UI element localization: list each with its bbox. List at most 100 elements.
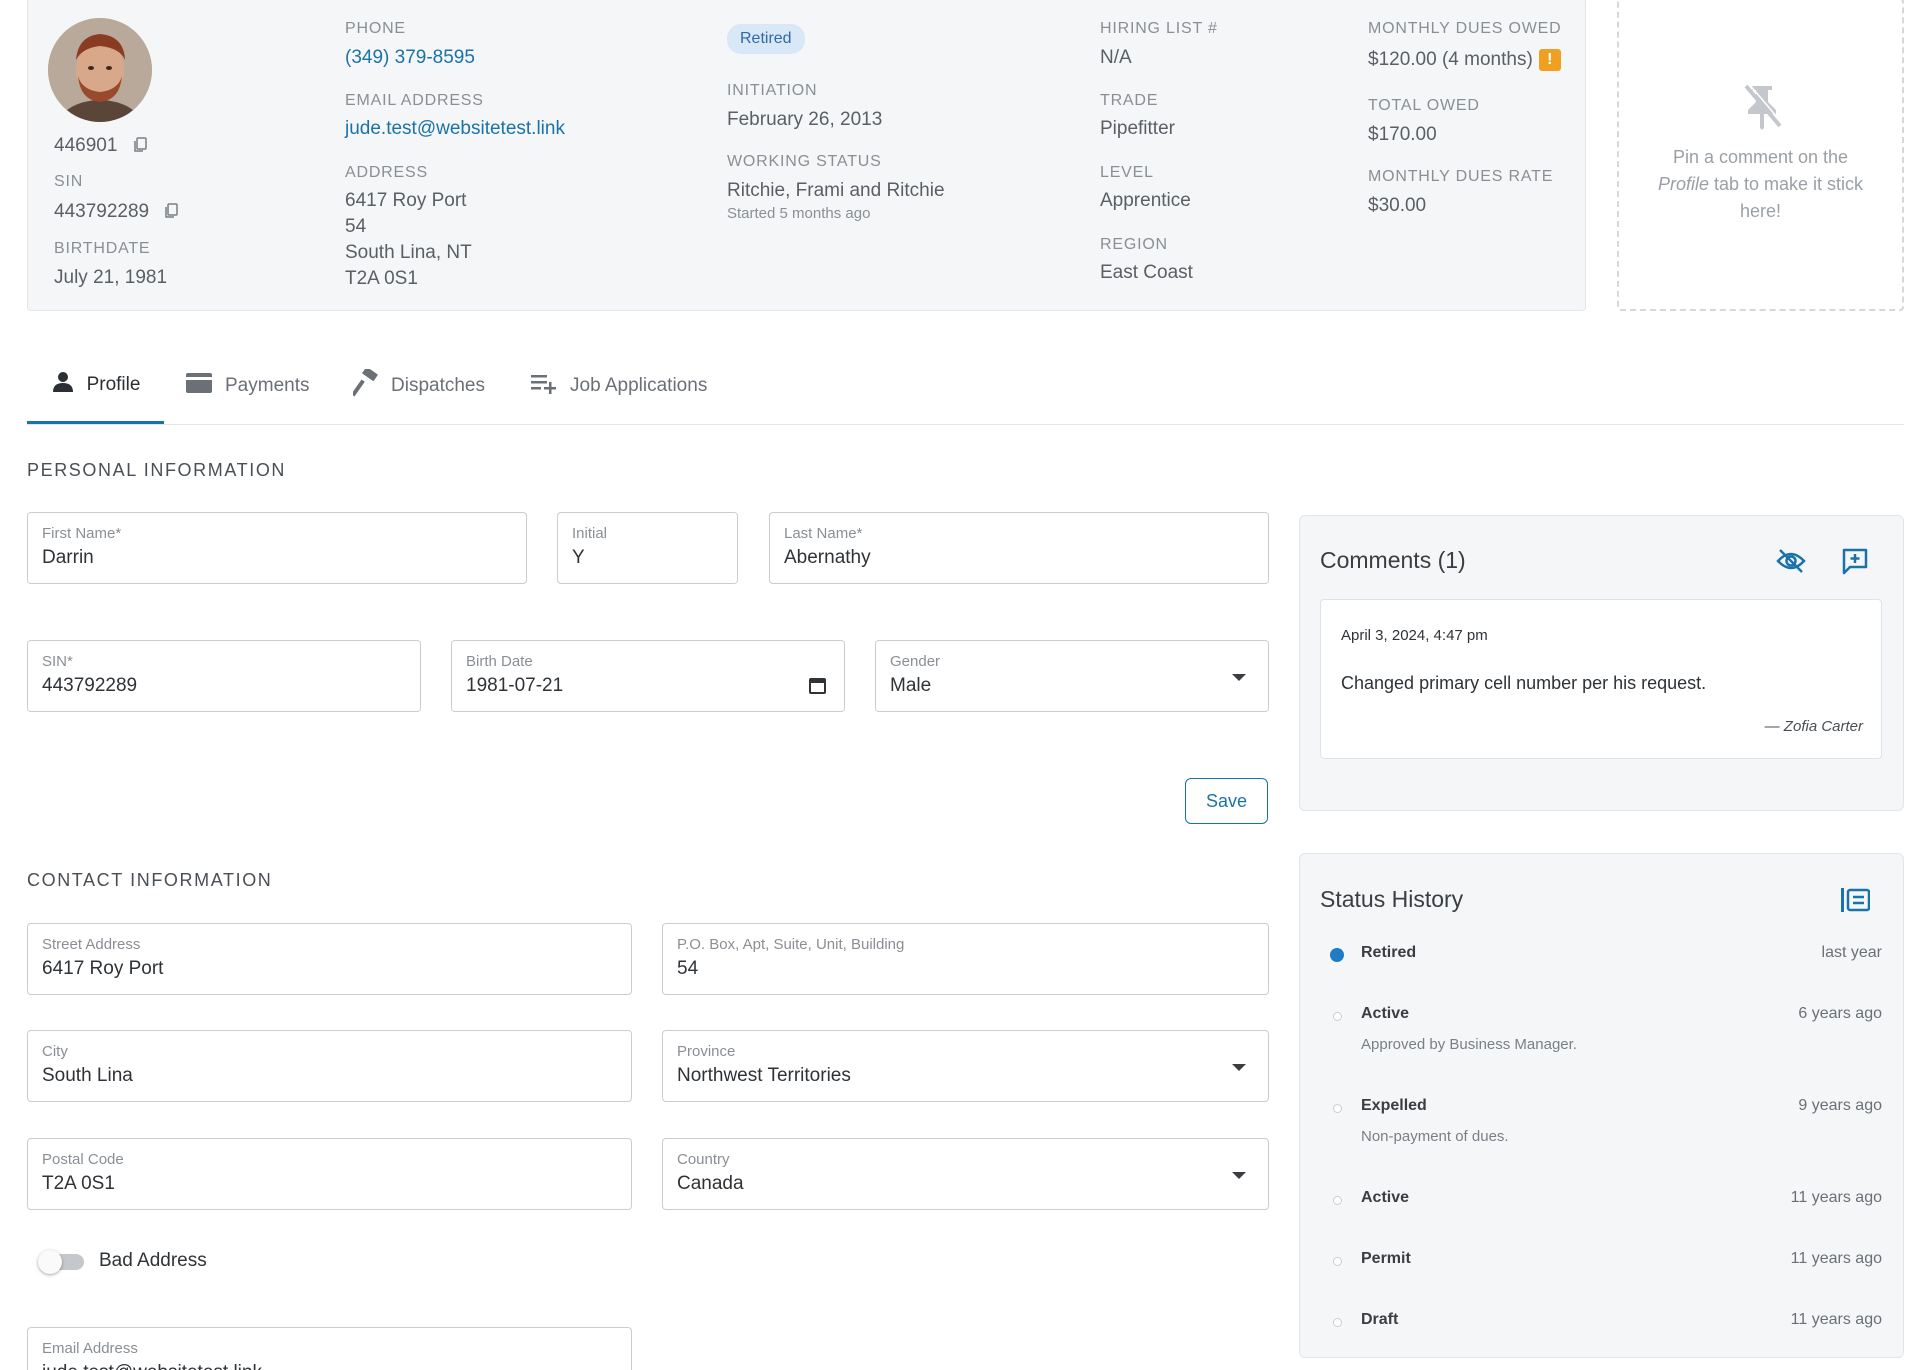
initiation-label: INITIATION (727, 82, 818, 99)
field-label: First Name* (42, 525, 122, 542)
tab-label: Profile (86, 373, 141, 395)
eye-off-icon[interactable] (1776, 547, 1806, 580)
first-name-field[interactable]: First Name* Darrin (27, 512, 527, 584)
comment-card: April 3, 2024, 4:47 pm Changed primary c… (1320, 599, 1882, 759)
tab-job-applications[interactable]: Job Applications (530, 348, 707, 424)
working-status-sub: Started 5 months ago (727, 205, 871, 222)
dues-rate-value: $30.00 (1368, 195, 1427, 216)
toggle-knob (38, 1250, 62, 1274)
email-label: EMAIL ADDRESS (345, 92, 484, 109)
last-name-field[interactable]: Last Name* Abernathy (769, 512, 1269, 584)
status-note: Approved by Business Manager. (1361, 1036, 1577, 1053)
working-status-label: WORKING STATUS (727, 153, 882, 170)
field-label: City (42, 1043, 68, 1060)
sin-label: SIN (54, 173, 84, 190)
unit-field[interactable]: P.O. Box, Apt, Suite, Unit, Building 54 (662, 923, 1269, 995)
field-value: South Lina (42, 1065, 133, 1086)
bad-address-toggle[interactable] (38, 1250, 86, 1274)
comment-author: — Zofia Carter (1764, 718, 1863, 735)
tab-dispatches[interactable]: Dispatches (351, 348, 485, 424)
birthdate-label: BIRTHDATE (54, 240, 151, 257)
comment-date: April 3, 2024, 4:47 pm (1341, 627, 1488, 644)
level-value: Apprentice (1100, 190, 1191, 211)
tab-payments[interactable]: Payments (185, 348, 309, 424)
tab-profile[interactable]: Profile (27, 348, 164, 424)
timeline-icon[interactable] (1840, 887, 1871, 918)
phone-label: PHONE (345, 20, 406, 37)
hiring-list-label: HIRING LIST # (1100, 20, 1218, 37)
field-label: Street Address (42, 936, 141, 953)
field-value: Male (890, 675, 932, 696)
region-label: REGION (1100, 236, 1168, 253)
sin-field[interactable]: SIN* 443792289 (27, 640, 421, 712)
working-status-value: Ritchie, Frami and Ritchie (727, 180, 945, 201)
country-select[interactable]: Country Canada (662, 1138, 1269, 1210)
city-field[interactable]: City South Lina (27, 1030, 632, 1102)
street-address-field[interactable]: Street Address 6417 Roy Port (27, 923, 632, 995)
gender-select[interactable]: Gender Male (875, 640, 1269, 712)
tab-label: Job Applications (570, 375, 708, 396)
pin-hint-text: Pin a comment on the Profile tab to make… (1657, 147, 1864, 221)
chevron-down-icon (1232, 1172, 1246, 1179)
field-value: Darrin (42, 547, 94, 568)
postal-code-field[interactable]: Postal Code T2A 0S1 (27, 1138, 632, 1210)
chevron-down-icon (1232, 674, 1246, 681)
playlist-add-icon (530, 372, 570, 400)
status-name: Permit (1361, 1250, 1411, 1267)
address-line-4: T2A 0S1 (345, 268, 418, 289)
field-value: Northwest Territories (677, 1065, 851, 1086)
field-label: SIN* (42, 653, 73, 670)
sin-row: 443792289 (54, 201, 179, 223)
dues-owed-value: $120.00 (4 months) (1368, 49, 1533, 70)
field-label: Country (677, 1151, 730, 1168)
add-comment-icon[interactable] (1841, 547, 1869, 580)
calendar-icon[interactable] (809, 677, 826, 699)
initiation-value: February 26, 2013 (727, 109, 883, 130)
comment-text: Changed primary cell number per his requ… (1341, 673, 1707, 693)
region-value: East Coast (1100, 262, 1193, 283)
status-name: Retired (1361, 944, 1417, 961)
address-label: ADDRESS (345, 164, 428, 181)
status-name: Active (1361, 1189, 1410, 1206)
level-label: LEVEL (1100, 164, 1154, 181)
copy-icon[interactable] (133, 137, 147, 153)
trade-value: Pipefitter (1100, 118, 1175, 139)
email-address-field[interactable]: Email Address jude.test@websitetest.link (27, 1327, 632, 1370)
initial-field[interactable]: Initial Y (557, 512, 738, 584)
save-button[interactable]: Save (1185, 778, 1268, 824)
status-dot (1333, 1318, 1342, 1327)
field-label: P.O. Box, Apt, Suite, Unit, Building (677, 936, 905, 953)
field-label: Email Address (42, 1340, 138, 1357)
status-badge: Retired (727, 24, 805, 54)
address-line-1: 6417 Roy Port (345, 190, 467, 211)
status-name: Active (1361, 1005, 1410, 1022)
status-time: 11 years ago (1790, 1311, 1882, 1328)
comments-title: Comments (1) (1320, 547, 1466, 573)
status-time: 11 years ago (1790, 1250, 1882, 1267)
trade-label: TRADE (1100, 92, 1159, 109)
pinned-comment-placeholder: Pin a comment on the Profile tab to make… (1617, 0, 1904, 311)
field-label: Gender (890, 653, 941, 670)
phone-link[interactable]: (349) 379-8595 (345, 47, 475, 69)
pin-off-icon (1740, 82, 1784, 135)
status-dot (1333, 1257, 1342, 1266)
field-value: 443792289 (42, 675, 138, 696)
field-value: Canada (677, 1173, 744, 1194)
status-dot (1333, 1012, 1342, 1021)
birth-date-field[interactable]: Birth Date 1981-07-21 (451, 640, 845, 712)
status-time: 6 years ago (1798, 1005, 1882, 1022)
email-link[interactable]: jude.test@websitetest.link (345, 118, 565, 140)
status-dot-current (1330, 948, 1344, 962)
copy-icon[interactable] (164, 203, 179, 219)
province-select[interactable]: Province Northwest Territories (662, 1030, 1269, 1102)
warning-icon: ! (1538, 49, 1561, 71)
sin-value: 443792289 (54, 201, 150, 222)
field-value: jude.test@websitetest.link (42, 1362, 262, 1370)
birthdate-value: July 21, 1981 (54, 267, 168, 288)
status-dot (1333, 1196, 1342, 1205)
credit-card-icon (185, 372, 225, 400)
field-value: 54 (677, 958, 699, 979)
hiring-list-value: N/A (1100, 47, 1132, 68)
member-id: 446901 (54, 135, 118, 156)
field-value: Y (572, 547, 585, 568)
